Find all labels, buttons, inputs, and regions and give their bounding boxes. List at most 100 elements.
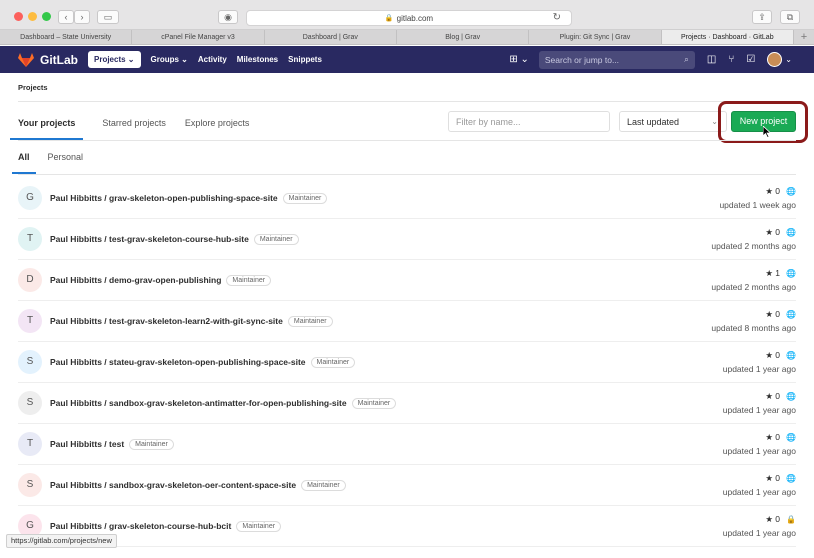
- nav-milestones[interactable]: Milestones: [237, 55, 278, 64]
- project-avatar[interactable]: S: [18, 350, 42, 374]
- sort-dropdown[interactable]: Last updated ⌄: [619, 111, 727, 132]
- project-row[interactable]: G Paul Hibbitts / grav-skeleton-open-publ…: [18, 178, 796, 219]
- star-count[interactable]: ★ 0: [765, 432, 780, 442]
- star-count[interactable]: ★ 0: [765, 514, 780, 524]
- search-placeholder: Search or jump to...: [544, 54, 620, 65]
- sidebar-icon: ▭: [103, 11, 113, 22]
- browser-titlebar: ‹ › ▭ ◉ 🔒 gitlab.com ↻ ⇪ ⧉: [0, 0, 814, 30]
- globe-icon: 🌐: [786, 433, 796, 442]
- project-name[interactable]: Paul Hibbitts / sandbox-grav-skeleton-an…: [50, 398, 347, 408]
- role-badge: Maintainer: [287, 316, 333, 327]
- search-icon: ⌕: [684, 54, 689, 64]
- new-tab-button[interactable]: +: [794, 30, 814, 44]
- filter-input[interactable]: Filter by name...: [448, 111, 610, 132]
- project-name-link[interactable]: Paul Hibbitts / stateu-grav-skeleton-ope…: [50, 357, 356, 368]
- close-window-button[interactable]: [14, 12, 23, 21]
- project-avatar[interactable]: T: [18, 309, 42, 333]
- browser-tab-bar: Dashboard – State University cPanel File…: [0, 30, 814, 45]
- project-name[interactable]: Paul Hibbitts / stateu-grav-skeleton-ope…: [50, 357, 306, 367]
- merge-request-icon[interactable]: ⑂: [728, 54, 734, 65]
- star-count[interactable]: ★ 0: [765, 391, 780, 401]
- project-name-link[interactable]: Paul Hibbitts / sandbox-grav-skeleton-oe…: [50, 480, 346, 491]
- zoom-window-button[interactable]: [42, 12, 51, 21]
- extension-button[interactable]: ◉: [218, 10, 238, 24]
- search-input[interactable]: Search or jump to... ⌕: [538, 50, 695, 69]
- tabs-icon: ⧉: [786, 11, 794, 22]
- star-count[interactable]: ★ 0: [765, 473, 780, 483]
- project-row[interactable]: G Paul Hibbitts / grav-skeleton-course-hu…: [18, 506, 796, 547]
- project-avatar[interactable]: S: [18, 391, 42, 415]
- browser-tab[interactable]: Dashboard | Grav: [265, 30, 397, 44]
- browser-tab[interactable]: Plugin: Git Sync | Grav: [529, 30, 662, 44]
- chevron-left-icon: ‹: [64, 12, 68, 22]
- project-meta: ★ 0 🌐 updated 8 months ago: [711, 309, 796, 333]
- tab-explore-projects[interactable]: Explore projects: [185, 106, 250, 140]
- project-avatar[interactable]: T: [18, 227, 42, 251]
- project-name-link[interactable]: Paul Hibbitts / grav-skeleton-open-publi…: [50, 193, 328, 204]
- project-meta: ★ 0 🔒 updated 1 year ago: [723, 514, 796, 538]
- project-name-link[interactable]: Paul Hibbitts / test Maintainer: [50, 439, 174, 450]
- star-count[interactable]: ★ 0: [765, 350, 780, 360]
- role-badge: Maintainer: [301, 480, 346, 491]
- globe-icon: 🌐: [786, 310, 796, 319]
- tabs-overview-button[interactable]: ⧉: [780, 10, 800, 24]
- project-row[interactable]: D Paul Hibbitts / demo-grav-open-publishi…: [18, 260, 796, 301]
- project-name[interactable]: Paul Hibbitts / test-grav-skeleton-cours…: [50, 234, 249, 244]
- globe-icon: 🌐: [786, 392, 796, 401]
- project-name-link[interactable]: Paul Hibbitts / demo-grav-open-publishin…: [50, 275, 272, 286]
- chevron-down-icon[interactable]: ⌄: [785, 55, 792, 64]
- star-count[interactable]: ★ 0: [765, 309, 780, 319]
- project-name[interactable]: Paul Hibbitts / grav-skeleton-open-publi…: [50, 193, 278, 203]
- check-icon[interactable]: ☑: [746, 54, 755, 65]
- project-row[interactable]: T Paul Hibbitts / test Maintainer ★ 0 🌐 updat…: [18, 424, 796, 465]
- gitlab-logo[interactable]: GitLab: [18, 52, 78, 67]
- user-avatar[interactable]: [767, 52, 783, 67]
- subtab-all[interactable]: All: [12, 140, 36, 174]
- nav-projects[interactable]: Projects ⌄: [88, 51, 141, 68]
- project-avatar[interactable]: D: [18, 268, 42, 292]
- board-icon[interactable]: ◫: [707, 54, 716, 65]
- back-button[interactable]: ‹: [58, 10, 74, 24]
- tab-starred-projects[interactable]: Starred projects: [102, 106, 166, 140]
- project-name-link[interactable]: Paul Hibbitts / test-grav-skeleton-learn…: [50, 316, 333, 327]
- project-row[interactable]: S Paul Hibbitts / sandbox-grav-skeleton-o…: [18, 465, 796, 506]
- project-name[interactable]: Paul Hibbitts / test-grav-skeleton-learn…: [50, 316, 283, 326]
- star-count[interactable]: ★ 0: [765, 227, 780, 237]
- forward-button[interactable]: ›: [74, 10, 90, 24]
- project-avatar[interactable]: G: [18, 186, 42, 210]
- browser-tab[interactable]: cPanel File Manager v3: [132, 30, 265, 44]
- project-name[interactable]: Paul Hibbitts / grav-skeleton-course-hub…: [50, 521, 231, 531]
- nav-activity[interactable]: Activity: [198, 55, 227, 64]
- sidebar-toggle-button[interactable]: ▭: [97, 10, 119, 24]
- project-name-link[interactable]: Paul Hibbitts / sandbox-grav-skeleton-an…: [50, 398, 397, 409]
- browser-tab[interactable]: Blog | Grav: [397, 30, 530, 44]
- subtab-personal[interactable]: Personal: [48, 140, 84, 174]
- role-badge: Maintainer: [310, 357, 356, 368]
- breadcrumb[interactable]: Projects: [18, 83, 48, 92]
- reload-icon[interactable]: ↻: [553, 12, 561, 23]
- nav-snippets[interactable]: Snippets: [288, 55, 322, 64]
- project-name-link[interactable]: Paul Hibbitts / grav-skeleton-course-hub…: [50, 521, 282, 532]
- project-name[interactable]: Paul Hibbitts / demo-grav-open-publishin…: [50, 275, 221, 285]
- minimize-window-button[interactable]: [28, 12, 37, 21]
- tab-your-projects[interactable]: Your projects: [10, 106, 84, 140]
- project-name[interactable]: Paul Hibbitts / test: [50, 439, 124, 449]
- project-row[interactable]: T Paul Hibbitts / test-grav-skeleton-cour…: [18, 219, 796, 260]
- browser-tab[interactable]: Dashboard – State University: [0, 30, 133, 44]
- project-avatar[interactable]: S: [18, 473, 42, 497]
- address-bar[interactable]: 🔒 gitlab.com ↻: [246, 10, 572, 26]
- browser-tab-active[interactable]: Projects · Dashboard · GitLab: [661, 30, 794, 44]
- project-row[interactable]: S Paul Hibbitts / sandbox-grav-skeleton-a…: [18, 383, 796, 424]
- nav-groups[interactable]: Groups ⌄: [151, 55, 188, 64]
- star-count[interactable]: ★ 0: [765, 186, 780, 196]
- star-count[interactable]: ★ 1: [765, 268, 780, 278]
- project-name[interactable]: Paul Hibbitts / sandbox-grav-skeleton-oe…: [50, 480, 296, 490]
- project-avatar[interactable]: T: [18, 432, 42, 456]
- share-button[interactable]: ⇪: [752, 10, 772, 24]
- project-row[interactable]: T Paul Hibbitts / test-grav-skeleton-lear…: [18, 301, 796, 342]
- project-row[interactable]: S Paul Hibbitts / stateu-grav-skeleton-op…: [18, 342, 796, 383]
- plus-square-icon[interactable]: ⊞ ⌄: [509, 54, 529, 65]
- updated-timestamp: updated 1 week ago: [719, 200, 796, 210]
- divider: [18, 174, 796, 175]
- project-name-link[interactable]: Paul Hibbitts / test-grav-skeleton-cours…: [50, 234, 299, 245]
